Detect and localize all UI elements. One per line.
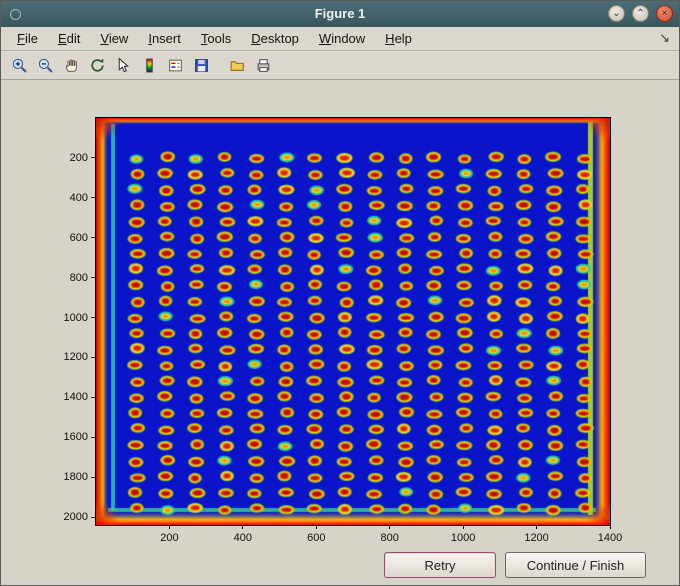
colorbar-icon bbox=[145, 58, 153, 72]
x-tick-mark bbox=[389, 525, 391, 529]
y-tick-label: 600 bbox=[69, 231, 88, 244]
y-tick-mark bbox=[91, 197, 95, 199]
legend-button[interactable] bbox=[163, 53, 187, 77]
menubar: File Edit View Insert Tools Desktop Wind… bbox=[1, 27, 679, 51]
y-tick-label: 2000 bbox=[63, 511, 88, 524]
menu-help[interactable]: Help bbox=[375, 31, 422, 46]
data-cursor-button[interactable] bbox=[111, 53, 135, 77]
x-tick-mark bbox=[315, 525, 317, 529]
rotate-3d-icon bbox=[90, 58, 104, 72]
toolbar bbox=[1, 51, 679, 80]
pan-icon bbox=[65, 58, 77, 72]
retry-button[interactable]: Retry bbox=[384, 552, 496, 578]
figure-canvas-area: Retry Continue / Finish 200 400 600 800 1000… bbox=[1, 80, 679, 585]
close-button[interactable]: × bbox=[656, 5, 673, 22]
y-tick-label: 200 bbox=[69, 151, 88, 164]
zoom-in-button[interactable] bbox=[7, 53, 31, 77]
x-tick-label: 1000 bbox=[450, 532, 476, 544]
menu-view[interactable]: View bbox=[90, 31, 138, 46]
menu-tools[interactable]: Tools bbox=[191, 31, 241, 46]
x-tick-mark bbox=[536, 525, 538, 529]
x-tick-mark bbox=[462, 525, 464, 529]
x-tick-label: 1200 bbox=[524, 532, 549, 544]
zoom-in-icon bbox=[12, 58, 27, 73]
save-icon bbox=[194, 58, 208, 72]
zoom-out-icon bbox=[38, 58, 53, 73]
x-tick-mark bbox=[609, 525, 611, 529]
x-tick-label: 800 bbox=[380, 532, 399, 544]
rotate-3d-button[interactable] bbox=[85, 53, 109, 77]
y-tick-label: 800 bbox=[69, 271, 88, 284]
y-tick-label: 1400 bbox=[63, 391, 88, 404]
y-tick-mark bbox=[91, 237, 95, 239]
x-tick-label: 1400 bbox=[597, 532, 623, 544]
menu-desktop[interactable]: Desktop bbox=[241, 31, 309, 46]
menu-edit[interactable]: Edit bbox=[48, 31, 90, 46]
toolbar-separator bbox=[215, 55, 223, 75]
y-tick-mark bbox=[91, 516, 95, 518]
colorbar-button[interactable] bbox=[137, 53, 161, 77]
maximize-button[interactable]: ⌃ bbox=[632, 5, 649, 22]
y-tick-mark bbox=[91, 396, 95, 398]
figure-window: Figure 1 ⌄ ⌃ × File Edit View Insert Too… bbox=[0, 0, 680, 586]
data-cursor-icon bbox=[118, 57, 129, 72]
y-tick-label: 1600 bbox=[63, 431, 88, 444]
y-tick-mark bbox=[91, 317, 95, 318]
x-tick-label: 200 bbox=[160, 532, 179, 544]
save-button[interactable] bbox=[189, 53, 213, 77]
y-tick-mark bbox=[91, 277, 95, 279]
menu-insert[interactable]: Insert bbox=[138, 31, 191, 46]
continue-finish-button[interactable]: Continue / Finish bbox=[505, 552, 646, 578]
print-button[interactable] bbox=[251, 53, 275, 77]
menu-file[interactable]: File bbox=[7, 31, 48, 46]
pan-button[interactable] bbox=[59, 53, 83, 77]
y-tick-label: 1000 bbox=[63, 311, 88, 324]
window-title: Figure 1 bbox=[314, 6, 366, 21]
menu-window[interactable]: Window bbox=[309, 31, 375, 46]
minimize-button[interactable]: ⌄ bbox=[608, 5, 625, 22]
y-tick-mark bbox=[91, 436, 95, 438]
plot-axes bbox=[95, 117, 611, 526]
print-icon bbox=[257, 58, 269, 72]
y-tick-mark bbox=[91, 157, 95, 159]
y-tick-mark bbox=[91, 356, 95, 358]
open-icon bbox=[230, 60, 244, 71]
zoom-out-button[interactable] bbox=[33, 53, 57, 77]
y-tick-mark bbox=[91, 476, 95, 478]
x-tick-label: 600 bbox=[307, 532, 326, 544]
legend-icon bbox=[168, 59, 182, 71]
plate-image bbox=[96, 118, 610, 525]
y-tick-label: 400 bbox=[69, 191, 88, 204]
open-button[interactable] bbox=[225, 53, 249, 77]
dock-figure-icon[interactable]: ↘ bbox=[659, 30, 670, 46]
y-tick-label: 1200 bbox=[63, 351, 88, 364]
x-tick-label: 400 bbox=[233, 532, 253, 544]
x-tick-mark bbox=[168, 525, 170, 529]
titlebar[interactable]: Figure 1 ⌄ ⌃ × bbox=[1, 1, 679, 27]
y-tick-label: 1800 bbox=[63, 471, 88, 484]
x-tick-mark bbox=[242, 525, 244, 529]
